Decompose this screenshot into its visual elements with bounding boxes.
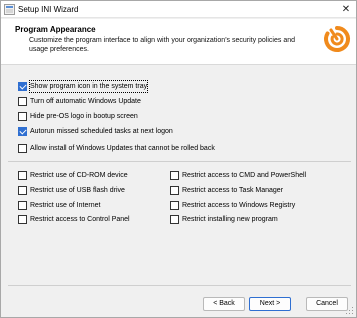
option-restrict-internet[interactable]: Restrict use of Internet [18, 200, 100, 211]
option-label: Allow install of Windows Updates that ca… [30, 145, 215, 152]
option-restrict-cmd-powershell[interactable]: Restrict access to CMD and PowerShell [170, 170, 306, 181]
section-divider [8, 161, 351, 162]
option-show-tray-icon[interactable]: Show program icon in the system tray [18, 80, 149, 93]
checkbox[interactable] [18, 82, 27, 91]
option-label: Autorun missed scheduled tasks at next l… [30, 128, 173, 135]
window-title: Setup INI Wizard [18, 5, 79, 14]
checkbox[interactable] [170, 201, 179, 210]
option-label: Restrict use of USB flash drive [30, 187, 125, 194]
option-label: Show program icon in the system tray [28, 80, 149, 93]
option-restrict-registry[interactable]: Restrict access to Windows Registry [170, 200, 295, 211]
page-description: Customize the program interface to align… [29, 37, 296, 53]
option-label: Restrict access to Windows Registry [182, 202, 296, 209]
checkbox[interactable] [18, 127, 27, 136]
wizard-window: Setup INI Wizard ✕ Program Appearance Cu… [0, 0, 357, 318]
app-icon [4, 4, 15, 15]
option-label: Turn off automatic Windows Update [30, 98, 141, 105]
option-autorun-missed-tasks[interactable]: Autorun missed scheduled tasks at next l… [18, 126, 173, 137]
back-button[interactable]: < Back [203, 297, 245, 311]
checkbox[interactable] [18, 215, 27, 224]
power-swirl-icon [324, 26, 350, 52]
option-label: Hide pre-OS logo in bootup screen [30, 113, 138, 120]
checkbox[interactable] [18, 201, 27, 210]
option-label: Restrict access to CMD and PowerShell [182, 172, 307, 179]
option-label: Restrict access to Task Manager [182, 187, 284, 194]
footer-divider [8, 285, 351, 286]
next-button[interactable]: Next > [249, 297, 291, 311]
checkbox[interactable] [18, 97, 27, 106]
option-label: Restrict installing new program [182, 216, 278, 223]
option-restrict-install-program[interactable]: Restrict installing new program [170, 214, 278, 225]
option-restrict-control-panel[interactable]: Restrict access to Control Panel [18, 214, 130, 225]
cancel-button[interactable]: Cancel [306, 297, 348, 311]
option-restrict-task-manager[interactable]: Restrict access to Task Manager [170, 185, 283, 196]
option-restrict-usb[interactable]: Restrict use of USB flash drive [18, 185, 125, 196]
option-allow-non-rollback-updates[interactable]: Allow install of Windows Updates that ca… [18, 143, 215, 154]
resize-grip-icon[interactable] [346, 307, 354, 315]
option-turn-off-windows-update[interactable]: Turn off automatic Windows Update [18, 96, 141, 107]
option-label: Restrict use of CD-ROM device [30, 172, 128, 179]
option-label: Restrict use of Internet [30, 202, 101, 209]
close-icon[interactable]: ✕ [339, 3, 353, 16]
checkbox[interactable] [170, 171, 179, 180]
checkbox[interactable] [170, 186, 179, 195]
title-bar: Setup INI Wizard ✕ [1, 1, 356, 18]
option-hide-preos-logo[interactable]: Hide pre-OS logo in bootup screen [18, 111, 138, 122]
checkbox[interactable] [18, 112, 27, 121]
option-restrict-cdrom[interactable]: Restrict use of CD-ROM device [18, 170, 128, 181]
checkbox[interactable] [18, 171, 27, 180]
checkbox[interactable] [18, 144, 27, 153]
checkbox[interactable] [170, 215, 179, 224]
option-label: Restrict access to Control Panel [30, 216, 130, 223]
checkbox[interactable] [18, 186, 27, 195]
page-title: Program Appearance [15, 25, 96, 34]
wizard-header: Program Appearance Customize the program… [1, 19, 356, 65]
